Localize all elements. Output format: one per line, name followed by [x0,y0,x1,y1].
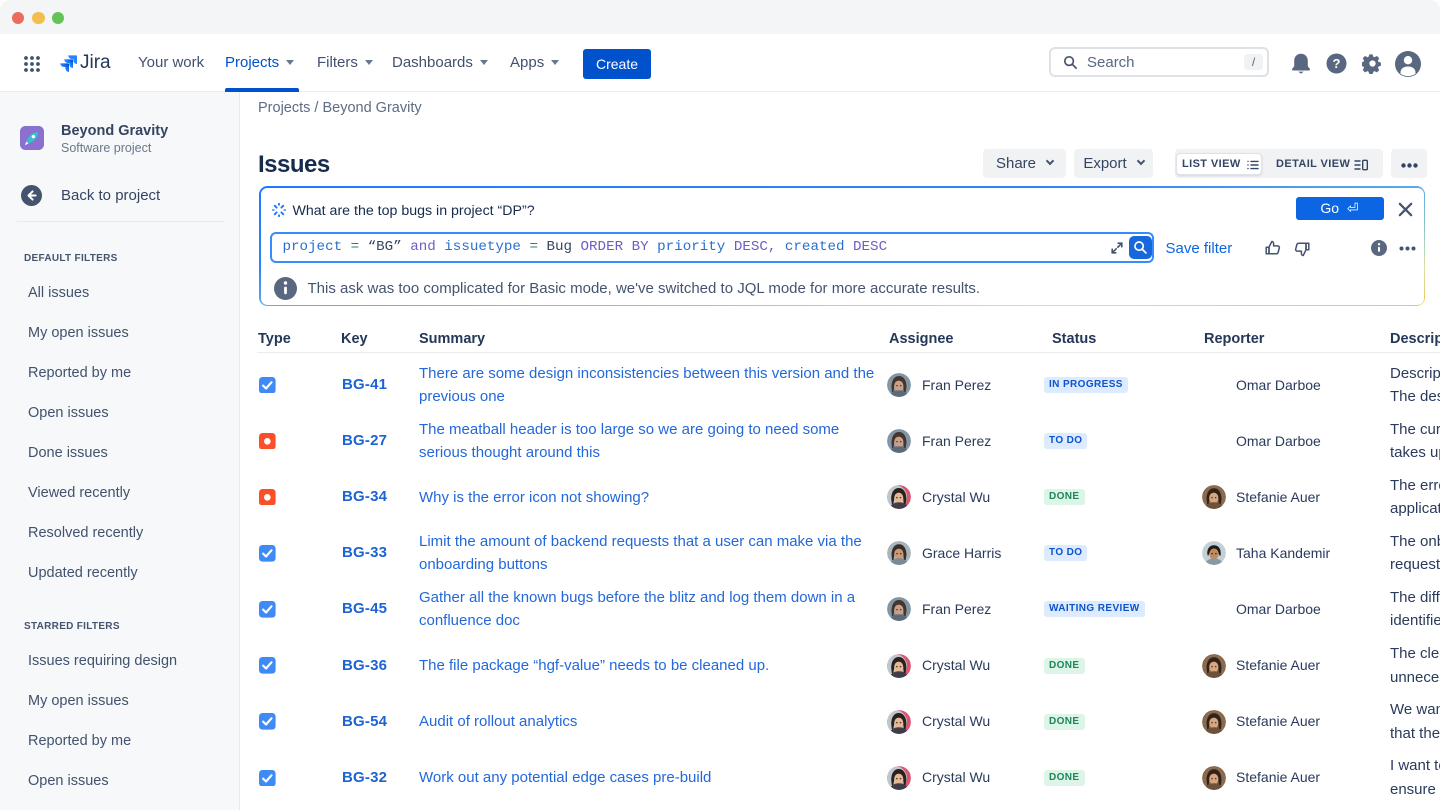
svg-text:?: ? [1333,56,1341,71]
